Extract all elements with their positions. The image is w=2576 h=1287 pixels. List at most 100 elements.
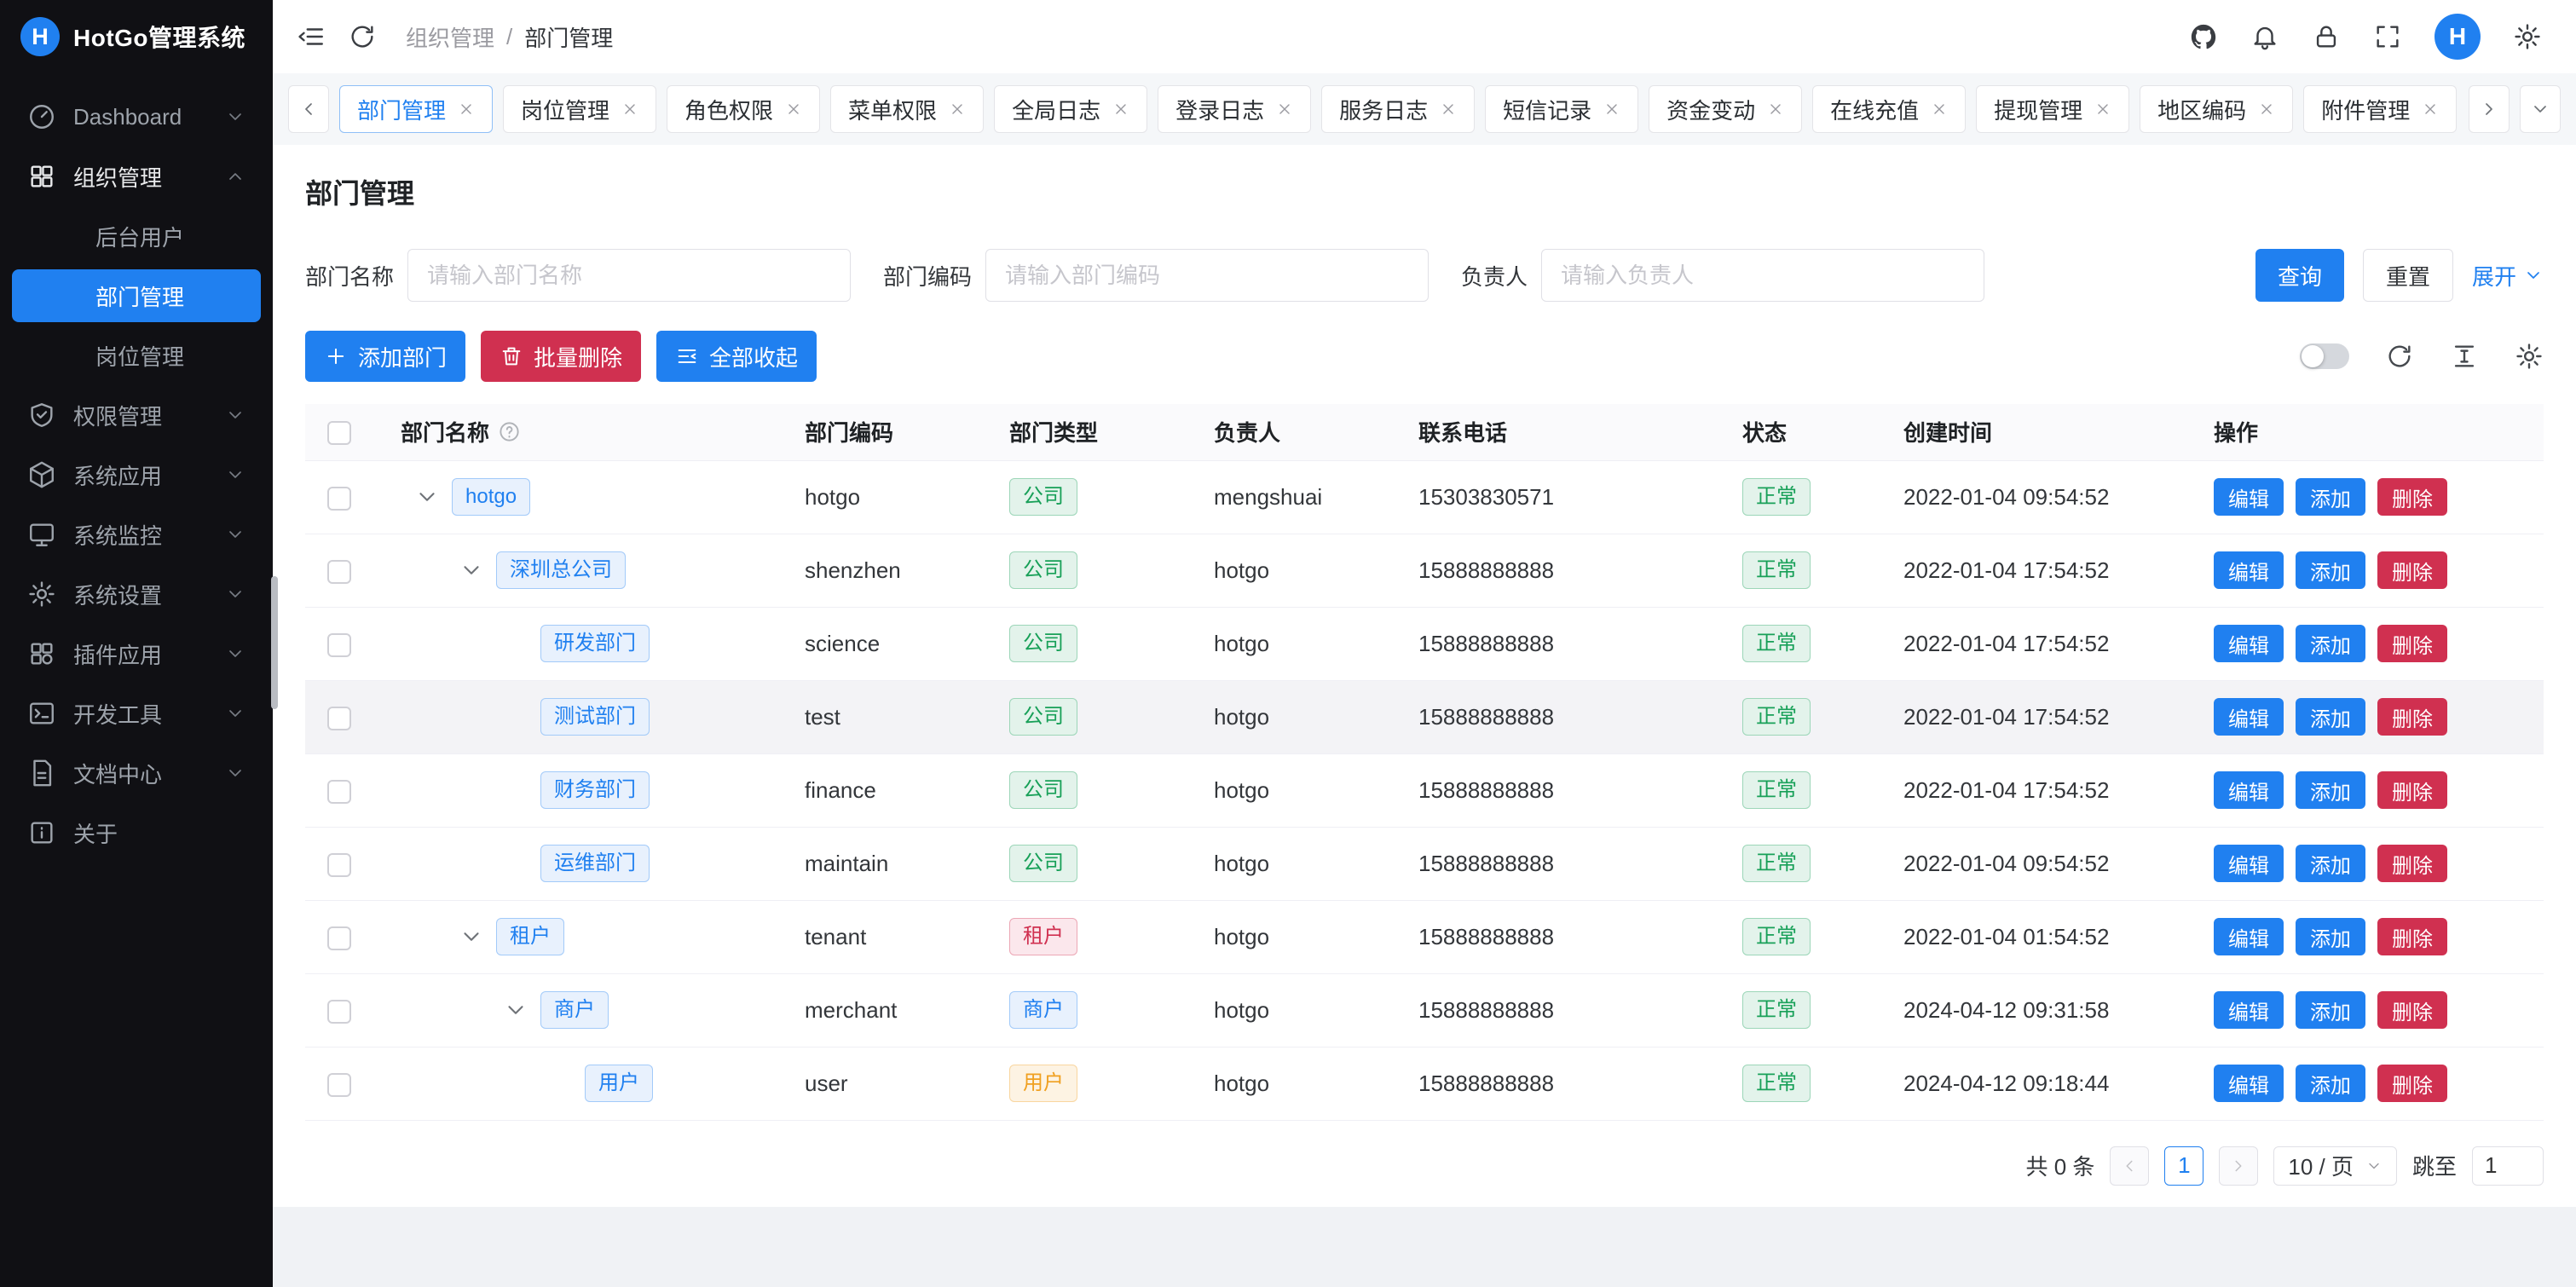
row-action-edit-button[interactable]: 编辑 <box>2214 771 2284 809</box>
sidebar-subitem-岗位管理[interactable]: 岗位管理 <box>12 329 261 382</box>
row-checkbox[interactable] <box>327 780 351 804</box>
tab-close-icon[interactable] <box>458 101 475 118</box>
tab-在线充值[interactable]: 在线充值 <box>1812 85 1966 133</box>
tabs-scroll-right-button[interactable] <box>2469 85 2510 133</box>
query-button[interactable]: 查询 <box>2255 249 2344 302</box>
sidebar-item-系统监控[interactable]: 系统监控 <box>12 508 261 561</box>
department-name-tag[interactable]: 租户 <box>496 918 564 955</box>
sidebar-subitem-后台用户[interactable]: 后台用户 <box>12 210 261 263</box>
column-settings-icon[interactable] <box>2515 342 2544 371</box>
tab-短信记录[interactable]: 短信记录 <box>1485 85 1638 133</box>
row-action-add-button[interactable]: 添加 <box>2296 771 2365 809</box>
help-icon[interactable] <box>498 420 521 443</box>
reset-button[interactable]: 重置 <box>2363 249 2453 302</box>
row-checkbox[interactable] <box>327 560 351 584</box>
row-action-delete-button[interactable]: 删除 <box>2377 991 2447 1029</box>
tab-角色权限[interactable]: 角色权限 <box>667 85 820 133</box>
settings-gear-icon[interactable] <box>2513 22 2542 51</box>
row-action-add-button[interactable]: 添加 <box>2296 1065 2365 1102</box>
sidebar-item-关于[interactable]: 关于 <box>12 806 261 859</box>
user-avatar[interactable]: H <box>2434 14 2481 60</box>
tab-close-icon[interactable] <box>2258 101 2275 118</box>
row-action-delete-button[interactable]: 删除 <box>2377 1065 2447 1102</box>
tab-登录日志[interactable]: 登录日志 <box>1158 85 1311 133</box>
tab-资金变动[interactable]: 资金变动 <box>1649 85 1802 133</box>
next-page-button[interactable] <box>2219 1146 2258 1186</box>
collapse-all-button[interactable]: 全部收起 <box>656 331 817 382</box>
department-name-tag[interactable]: 商户 <box>540 991 609 1029</box>
tab-close-icon[interactable] <box>785 101 802 118</box>
tree-expand-icon[interactable] <box>503 997 528 1023</box>
github-icon[interactable] <box>2189 22 2218 51</box>
row-action-delete-button[interactable]: 删除 <box>2377 918 2447 955</box>
sidebar-subitem-部门管理[interactable]: 部门管理 <box>12 269 261 322</box>
row-action-delete-button[interactable]: 删除 <box>2377 845 2447 882</box>
tab-close-icon[interactable] <box>1603 101 1620 118</box>
department-code-input[interactable] <box>985 249 1429 302</box>
row-action-delete-button[interactable]: 删除 <box>2377 771 2447 809</box>
row-checkbox[interactable] <box>327 487 351 511</box>
breadcrumb-parent[interactable]: 组织管理 <box>406 21 494 53</box>
tree-expand-icon[interactable] <box>459 924 484 949</box>
striped-toggle[interactable] <box>2300 343 2349 369</box>
tab-全局日志[interactable]: 全局日志 <box>994 85 1147 133</box>
row-checkbox[interactable] <box>327 926 351 950</box>
tree-expand-icon[interactable] <box>414 484 440 510</box>
table-refresh-icon[interactable] <box>2385 342 2414 371</box>
tab-地区编码[interactable]: 地区编码 <box>2140 85 2293 133</box>
department-name-tag[interactable]: 运维部门 <box>540 845 650 882</box>
collapse-menu-icon[interactable] <box>297 22 326 51</box>
row-checkbox[interactable] <box>327 633 351 657</box>
tabs-scroll-left-button[interactable] <box>288 85 329 133</box>
department-name-tag[interactable]: 测试部门 <box>540 698 650 736</box>
tab-close-icon[interactable] <box>949 101 966 118</box>
row-action-add-button[interactable]: 添加 <box>2296 625 2365 662</box>
fullscreen-icon[interactable] <box>2373 22 2402 51</box>
row-action-edit-button[interactable]: 编辑 <box>2214 845 2284 882</box>
row-action-edit-button[interactable]: 编辑 <box>2214 551 2284 589</box>
sidebar-item-权限管理[interactable]: 权限管理 <box>12 389 261 442</box>
row-checkbox[interactable] <box>327 853 351 877</box>
refresh-icon[interactable] <box>348 22 377 51</box>
row-action-edit-button[interactable]: 编辑 <box>2214 1065 2284 1102</box>
department-name-input[interactable] <box>407 249 851 302</box>
page-number-button[interactable]: 1 <box>2164 1146 2203 1186</box>
sidebar-item-系统应用[interactable]: 系统应用 <box>12 448 261 501</box>
tab-菜单权限[interactable]: 菜单权限 <box>830 85 984 133</box>
row-action-edit-button[interactable]: 编辑 <box>2214 918 2284 955</box>
density-icon[interactable] <box>2450 342 2479 371</box>
tab-close-icon[interactable] <box>1767 101 1784 118</box>
logo-row[interactable]: H HotGo管理系统 <box>0 0 273 73</box>
department-name-tag[interactable]: 财务部门 <box>540 771 650 809</box>
tab-close-icon[interactable] <box>1276 101 1293 118</box>
sidebar-item-插件应用[interactable]: 插件应用 <box>12 627 261 680</box>
tabs-menu-button[interactable] <box>2520 85 2561 133</box>
add-department-button[interactable]: 添加部门 <box>305 331 465 382</box>
tab-服务日志[interactable]: 服务日志 <box>1321 85 1475 133</box>
row-action-edit-button[interactable]: 编辑 <box>2214 991 2284 1029</box>
tab-close-icon[interactable] <box>1440 101 1457 118</box>
row-action-add-button[interactable]: 添加 <box>2296 991 2365 1029</box>
row-checkbox[interactable] <box>327 707 351 730</box>
row-action-add-button[interactable]: 添加 <box>2296 478 2365 516</box>
batch-delete-button[interactable]: 批量删除 <box>481 331 641 382</box>
department-name-tag[interactable]: 用户 <box>585 1065 653 1102</box>
department-name-tag[interactable]: 深圳总公司 <box>496 551 626 589</box>
row-action-edit-button[interactable]: 编辑 <box>2214 698 2284 736</box>
department-name-tag[interactable]: 研发部门 <box>540 625 650 662</box>
row-action-delete-button[interactable]: 删除 <box>2377 698 2447 736</box>
row-checkbox[interactable] <box>327 1000 351 1024</box>
prev-page-button[interactable] <box>2110 1146 2149 1186</box>
row-action-add-button[interactable]: 添加 <box>2296 918 2365 955</box>
tab-close-icon[interactable] <box>621 101 638 118</box>
row-action-edit-button[interactable]: 编辑 <box>2214 478 2284 516</box>
sidebar-item-Dashboard[interactable]: Dashboard <box>12 90 261 143</box>
row-action-delete-button[interactable]: 删除 <box>2377 551 2447 589</box>
bell-icon[interactable] <box>2250 22 2279 51</box>
tab-close-icon[interactable] <box>2422 101 2439 118</box>
row-action-delete-button[interactable]: 删除 <box>2377 625 2447 662</box>
tab-附件管理[interactable]: 附件管理 <box>2303 85 2457 133</box>
page-size-select[interactable]: 10 / 页 <box>2273 1146 2397 1186</box>
row-action-edit-button[interactable]: 编辑 <box>2214 625 2284 662</box>
row-action-delete-button[interactable]: 删除 <box>2377 478 2447 516</box>
